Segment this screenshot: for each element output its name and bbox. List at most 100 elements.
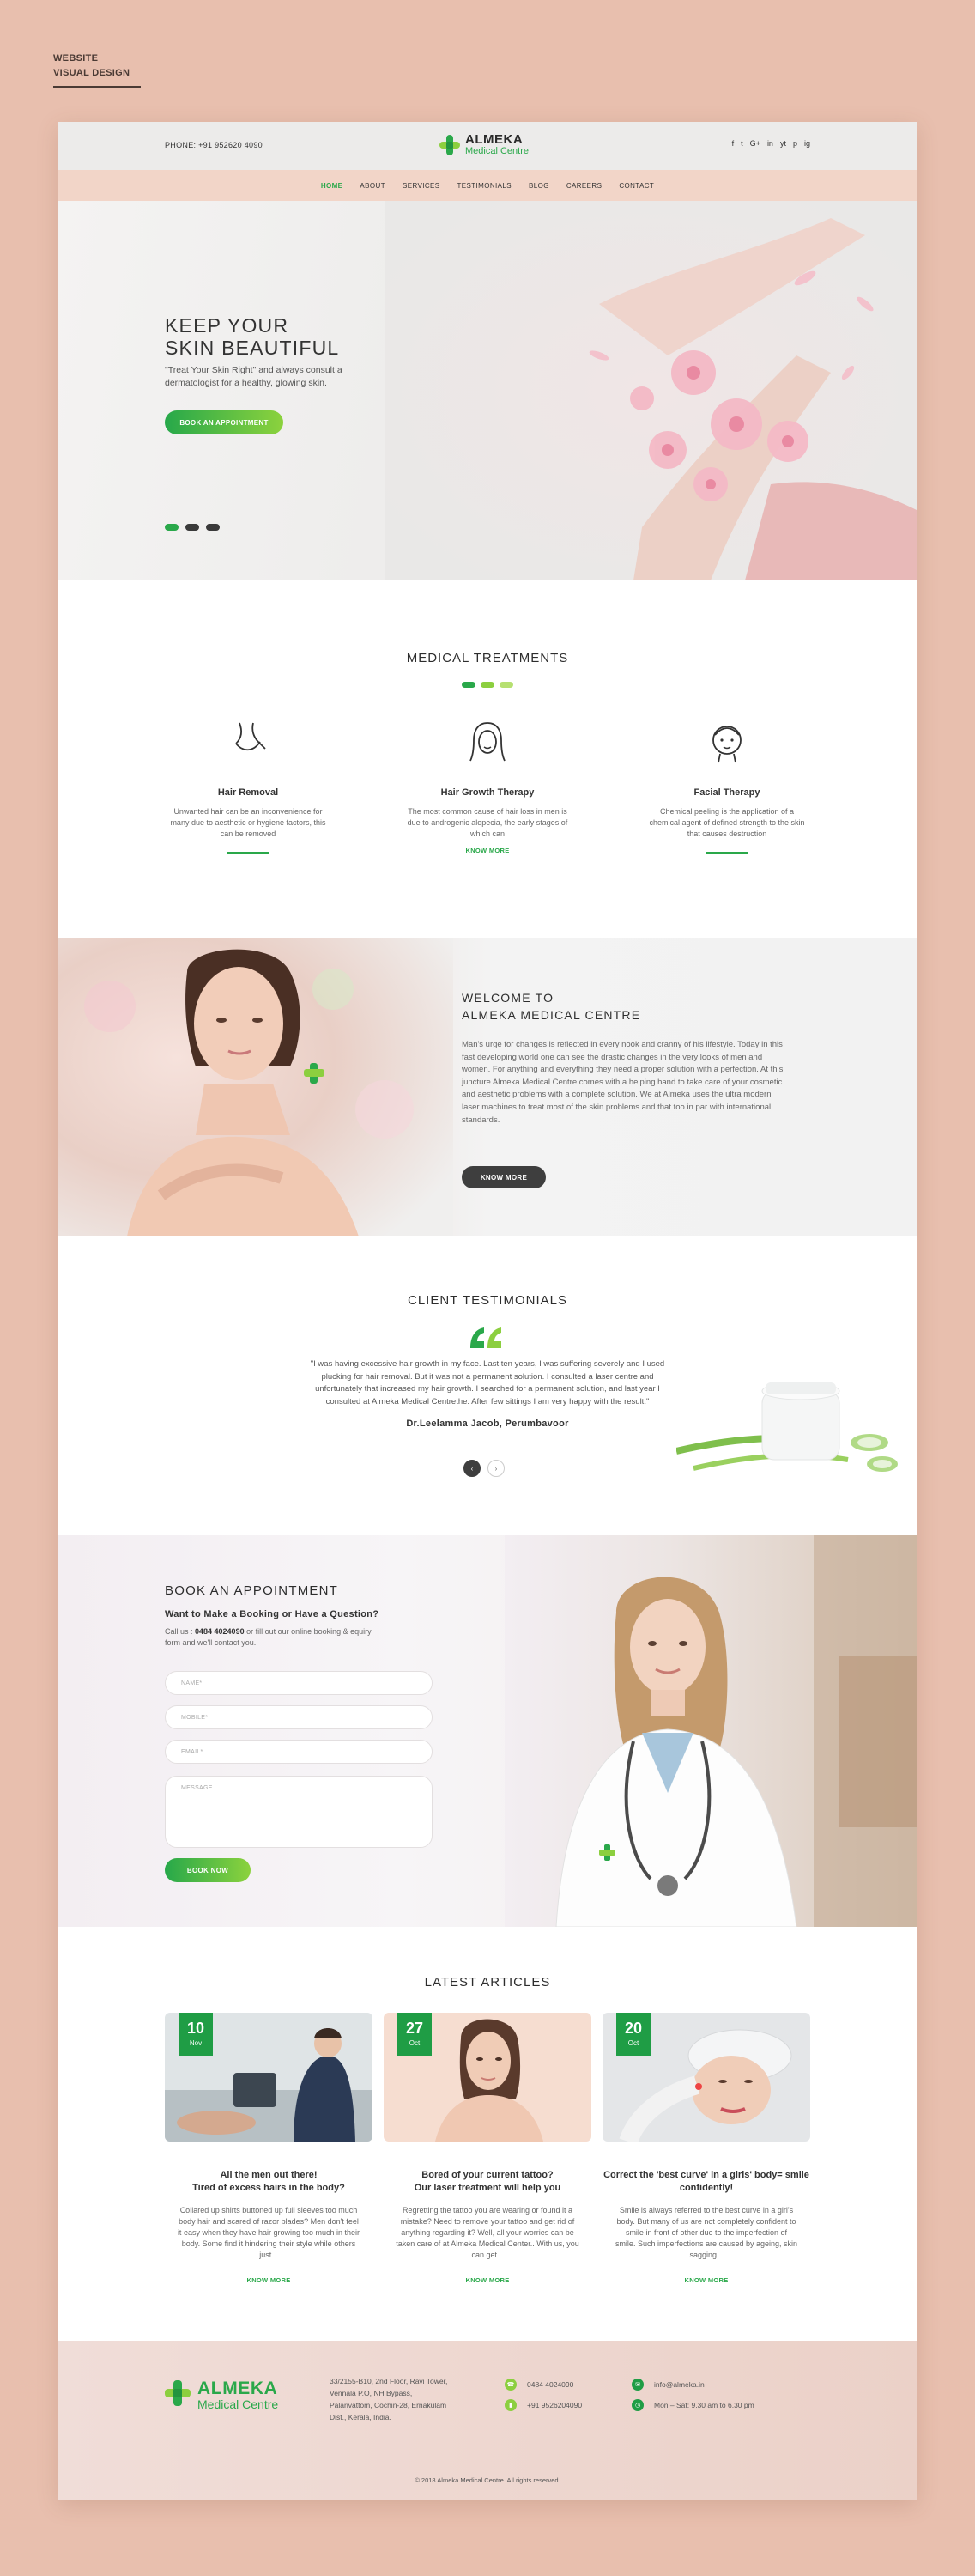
footer-logo[interactable]: ALMEKA Medical Centre bbox=[165, 2379, 279, 2411]
articles-title: LATEST ARTICLES bbox=[424, 1975, 551, 1990]
booking-section: BOOK AN APPOINTMENT Want to Make a Booki… bbox=[58, 1535, 917, 1927]
testimonials-section: CLIENT TESTIMONIALS "I was having excess… bbox=[58, 1236, 917, 1535]
linkedin-icon[interactable]: in bbox=[767, 139, 773, 148]
treatment-title: Hair Removal bbox=[217, 787, 279, 798]
footer-phone-1[interactable]: ☎ 0484 4024090 bbox=[505, 2379, 573, 2391]
welcome-know-more-button[interactable]: KNOW MORE bbox=[462, 1166, 546, 1188]
nav-contact[interactable]: CONTACT bbox=[619, 182, 654, 190]
article-image: 27 Oct bbox=[384, 2013, 591, 2142]
phone-icon: ☎ bbox=[505, 2379, 517, 2391]
copyright: © 2018 Almeka Medical Centre. All rights… bbox=[415, 2476, 560, 2484]
logo-name: ALMEKA bbox=[465, 132, 524, 147]
prev-arrow-button[interactable]: ‹ bbox=[463, 1460, 481, 1477]
book-appointment-button[interactable]: BOOK AN APPOINTMENT bbox=[165, 410, 283, 434]
treatment-underline bbox=[227, 852, 269, 854]
testimonial-quote: "I was having excessive hair growth in m… bbox=[310, 1359, 665, 1406]
booking-call-text: Call us : 0484 4024090 or fill out our o… bbox=[165, 1626, 379, 1649]
article-title: Bored of your current tattoo? Our laser … bbox=[414, 2170, 561, 2193]
footer-hours-text: Mon – Sat: 9.30 am to 6.30 pm bbox=[654, 2401, 754, 2409]
article-month: Oct bbox=[627, 2039, 639, 2047]
clock-icon: ◷ bbox=[632, 2399, 644, 2411]
header-phone[interactable]: PHONE: +91 952620 4090 bbox=[165, 141, 263, 149]
slider-dots bbox=[165, 524, 220, 531]
presentation-label: WEBSITE VISUAL DESIGN bbox=[53, 52, 141, 88]
footer-logo-name: ALMEKA bbox=[197, 2379, 278, 2398]
name-field[interactable]: NAME* bbox=[165, 1671, 433, 1695]
article-image: 20 Oct bbox=[603, 2013, 810, 2142]
footer-phone-2[interactable]: ▮ +91 9526204090 bbox=[505, 2399, 582, 2411]
article-date-badge: 20 Oct bbox=[616, 2013, 651, 2056]
article-know-more-link[interactable]: KNOW MORE bbox=[165, 2276, 372, 2284]
social-links: f t G+ in yt p ig bbox=[732, 139, 810, 148]
nav-home[interactable]: HOME bbox=[321, 182, 343, 190]
book-now-button[interactable]: BOOK NOW bbox=[165, 1858, 251, 1882]
booking-subtitle: Want to Make a Booking or Have a Questio… bbox=[165, 1609, 379, 1619]
mail-icon: ✉ bbox=[632, 2379, 644, 2391]
article-know-more-link[interactable]: KNOW MORE bbox=[384, 2276, 591, 2284]
article-card[interactable]: 20 Oct Correct the 'best curve' in a gir… bbox=[603, 2013, 810, 2284]
site-footer: ALMEKA Medical Centre 33/2155-B10, 2nd F… bbox=[58, 2341, 917, 2500]
footer-hours: ◷ Mon – Sat: 9.30 am to 6.30 pm bbox=[632, 2399, 754, 2411]
treatment-text: Chemical peeling is the application of a… bbox=[649, 807, 805, 838]
nav-services[interactable]: SERVICES bbox=[403, 182, 440, 190]
testimonial-author: Dr.Leelamma Jacob, Perumbavoor bbox=[406, 1419, 569, 1429]
next-arrow-button[interactable]: › bbox=[488, 1460, 505, 1477]
message-field[interactable]: MESSAGE bbox=[165, 1776, 433, 1848]
article-image: 10 Nov bbox=[165, 2013, 372, 2142]
medical-treatments-section: MEDICAL TREATMENTS Hair Removal Unwanted… bbox=[58, 580, 917, 938]
article-card[interactable]: 27 Oct Bored of your current tattoo? Our… bbox=[384, 2013, 591, 2284]
nav-blog[interactable]: BLOG bbox=[529, 182, 549, 190]
label-line-2: VISUAL DESIGN bbox=[53, 68, 130, 78]
article-know-more-link[interactable]: KNOW MORE bbox=[603, 2276, 810, 2284]
slider-dot-3[interactable] bbox=[206, 524, 220, 531]
footer-email[interactable]: ✉ info@almeka.in bbox=[632, 2379, 705, 2391]
email-field[interactable]: EMAIL* bbox=[165, 1740, 433, 1764]
main-nav: HOME ABOUT SERVICES TESTIMONIALS BLOG CA… bbox=[58, 170, 917, 201]
twitter-icon[interactable]: t bbox=[741, 139, 743, 148]
latest-articles-section: LATEST ARTICLES 10 Nov All the men out t… bbox=[58, 1927, 917, 2337]
youtube-icon[interactable]: yt bbox=[780, 139, 786, 148]
instagram-icon[interactable]: ig bbox=[804, 139, 810, 148]
testimonials-title: CLIENT TESTIMONIALS bbox=[408, 1293, 567, 1308]
know-more-link[interactable]: KNOW MORE bbox=[406, 847, 569, 854]
footer-logo-subtitle: Medical Centre bbox=[197, 2397, 279, 2411]
slider-dot-2[interactable] bbox=[185, 524, 199, 531]
welcome-section: WELCOME TO ALMEKA MEDICAL CENTRE Man's u… bbox=[58, 938, 917, 1236]
welcome-title: WELCOME TO ALMEKA MEDICAL CENTRE bbox=[462, 989, 640, 1024]
facebook-icon[interactable]: f bbox=[732, 139, 735, 148]
nav-testimonials[interactable]: TESTIMONIALS bbox=[457, 182, 512, 190]
welcome-title-line-1: WELCOME TO bbox=[462, 991, 554, 1005]
welcome-title-line-2: ALMEKA MEDICAL CENTRE bbox=[462, 1008, 641, 1022]
article-title: All the men out there! Tired of excess h… bbox=[192, 2170, 345, 2193]
logo-cross-icon bbox=[165, 2380, 191, 2409]
nav-careers[interactable]: CAREERS bbox=[566, 182, 602, 190]
pinterest-icon[interactable]: p bbox=[793, 139, 797, 148]
hero-title-line-1: KEEP YOUR bbox=[165, 314, 289, 337]
hero-banner: KEEP YOUR SKIN BEAUTIFUL "Treat Your Ski… bbox=[58, 201, 917, 580]
facial-icon bbox=[712, 726, 742, 763]
article-month: Nov bbox=[189, 2039, 203, 2047]
article-day: 20 bbox=[624, 2020, 643, 2037]
booking-title: BOOK AN APPOINTMENT bbox=[165, 1583, 339, 1598]
label-line-1: WEBSITE bbox=[53, 53, 99, 64]
article-excerpt: Regretting the tattoo you are wearing or… bbox=[396, 2206, 579, 2259]
treatment-title: Hair Growth Therapy bbox=[440, 787, 535, 798]
article-month: Oct bbox=[409, 2039, 421, 2047]
nav-about[interactable]: ABOUT bbox=[360, 182, 385, 190]
hero-text: "Treat Your Skin Right" and always consu… bbox=[165, 365, 342, 388]
mobile-field[interactable]: MOBILE* bbox=[165, 1705, 433, 1729]
call-number[interactable]: 0484 4024090 bbox=[195, 1627, 245, 1636]
article-card[interactable]: 10 Nov All the men out there! Tired of e… bbox=[165, 2013, 372, 2284]
footer-email-text: info@almeka.in bbox=[654, 2380, 705, 2389]
google-plus-icon[interactable]: G+ bbox=[750, 139, 760, 148]
header-logo[interactable]: ALMEKA Medical Centre bbox=[439, 132, 529, 156]
website-mockup: PHONE: +91 952620 4090 ALMEKA Medical Ce… bbox=[58, 122, 917, 2500]
treatment-card: Hair Growth Therapy The most common caus… bbox=[406, 718, 569, 854]
call-prefix: Call us : bbox=[165, 1627, 196, 1636]
slider-dot-1[interactable] bbox=[165, 524, 179, 531]
treatment-title: Facial Therapy bbox=[693, 787, 760, 798]
treatment-card: Hair Removal Unwanted hair can be an inc… bbox=[167, 718, 330, 854]
hero-title: KEEP YOUR SKIN BEAUTIFUL bbox=[165, 314, 339, 359]
treatments-title: MEDICAL TREATMENTS bbox=[406, 651, 569, 665]
treatment-text: The most common cause of hair loss in me… bbox=[407, 807, 568, 838]
